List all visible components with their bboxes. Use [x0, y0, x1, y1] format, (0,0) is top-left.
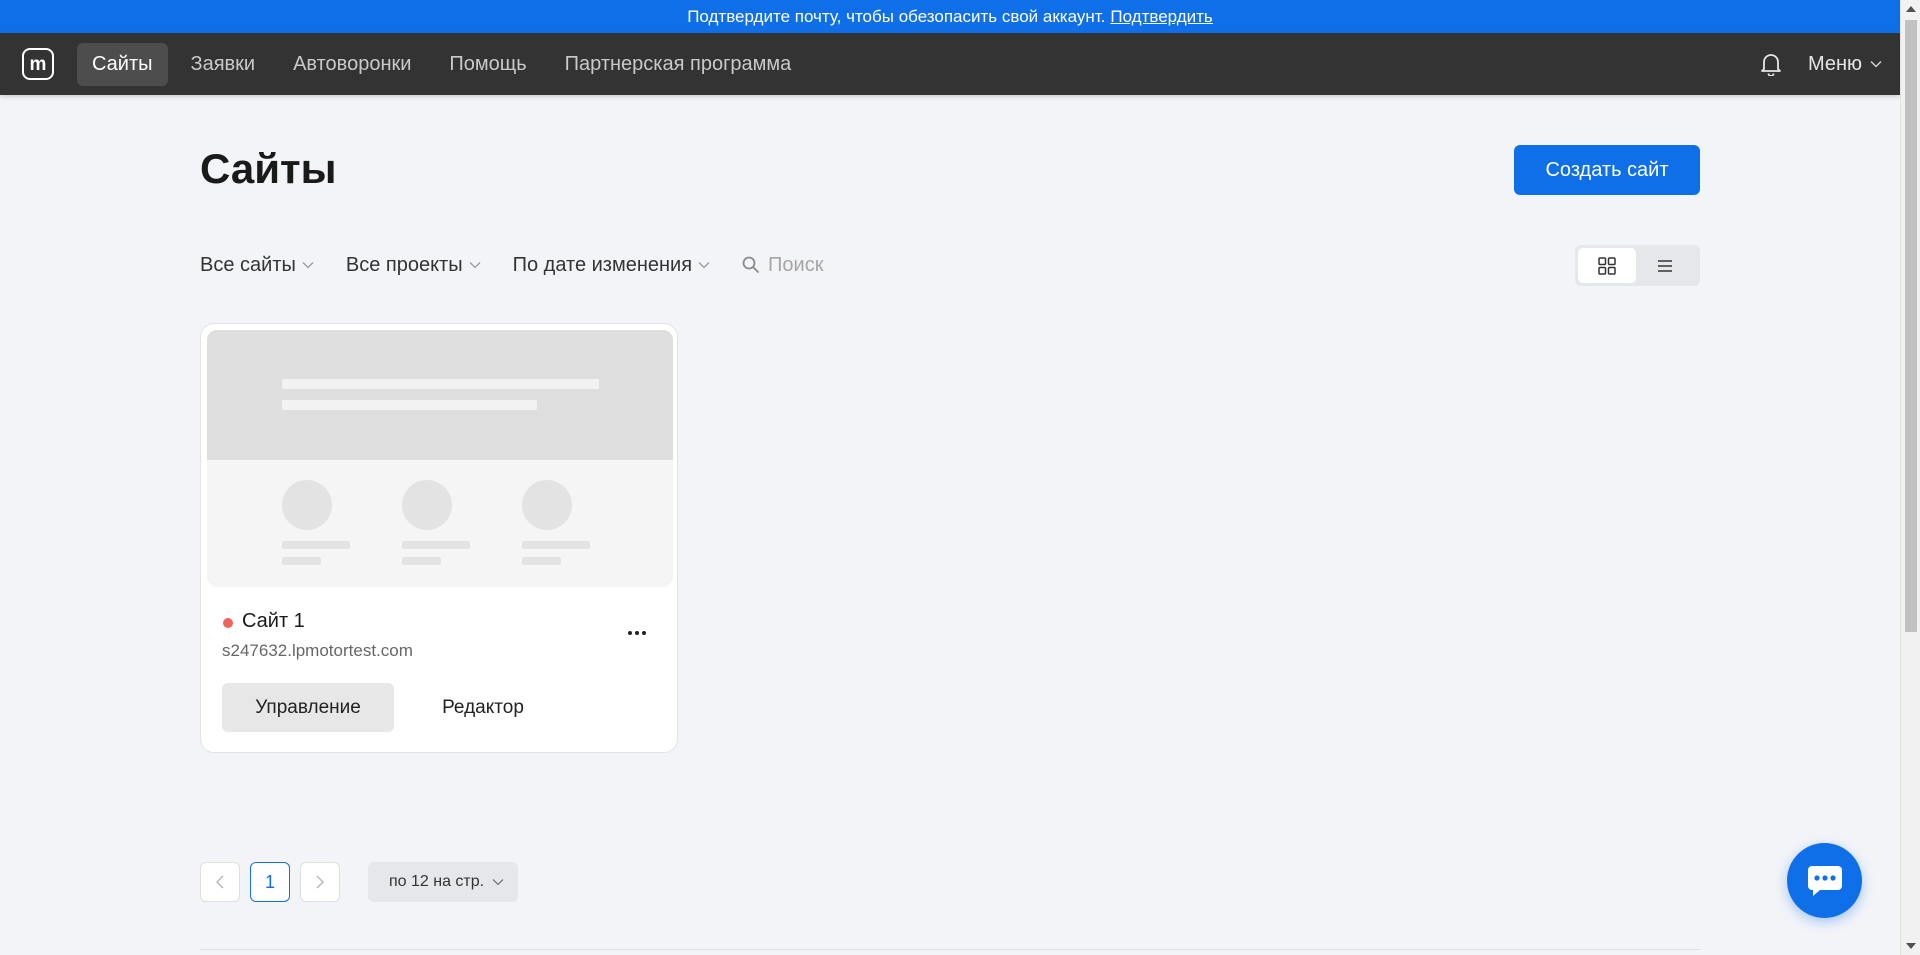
scroll-down-arrow-icon[interactable]: [1906, 943, 1916, 949]
preview-line: [402, 557, 441, 565]
site-name: Сайт 1: [242, 610, 305, 632]
projects-filter-dropdown[interactable]: Все проекты: [346, 254, 481, 277]
create-site-button[interactable]: Создать сайт: [1514, 145, 1700, 195]
nav-item-requests[interactable]: Заявки: [176, 43, 271, 86]
open-editor-button[interactable]: Редактор: [413, 683, 553, 732]
filters-bar: Все сайты Все проекты По дате изменения: [200, 250, 919, 280]
site-status-dot: [223, 618, 233, 628]
footer-divider: [200, 949, 1700, 950]
search-box: [742, 253, 919, 277]
preview-circle: [522, 480, 572, 530]
site-card: Сайт 1 s247632.lpmotortest.com Управлени…: [200, 323, 678, 753]
preview-line: [522, 541, 590, 549]
chevron-down-icon: [698, 262, 710, 269]
preview-circle: [402, 480, 452, 530]
page-scrollbar[interactable]: [1900, 0, 1920, 955]
pagination: 1 по 12 на стр.: [200, 862, 519, 902]
search-icon: [742, 256, 760, 274]
sort-dropdown[interactable]: По дате изменения: [513, 254, 710, 277]
sort-label: По дате изменения: [512, 253, 693, 276]
top-navigation: m Сайты Заявки Автоворонки Помощь Партне…: [0, 33, 1900, 95]
menu-button[interactable]: Меню: [1808, 53, 1882, 76]
chevron-down-icon: [492, 879, 504, 886]
more-options-icon[interactable]: [623, 621, 651, 645]
notifications-bell-icon[interactable]: [1760, 52, 1782, 76]
page-title: Сайты: [200, 145, 337, 192]
logo-icon[interactable]: m: [22, 48, 54, 80]
confirm-email-link[interactable]: Подтвердить: [1110, 7, 1212, 27]
grid-view-button[interactable]: [1578, 248, 1636, 283]
per-page-dropdown[interactable]: по 12 на стр.: [368, 862, 519, 902]
preview-line: [402, 541, 470, 549]
chat-widget-button[interactable]: [1787, 843, 1862, 918]
preview-line: [522, 557, 561, 565]
chat-bubble-icon: [1807, 865, 1842, 896]
chevron-down-icon: [1870, 60, 1882, 68]
search-input[interactable]: [768, 253, 919, 277]
preview-line: [282, 557, 321, 565]
nav-item-help[interactable]: Помощь: [434, 43, 541, 86]
chevron-right-icon: [316, 875, 324, 889]
sites-filter-dropdown[interactable]: Все сайты: [200, 254, 314, 277]
sites-filter-label: Все сайты: [200, 253, 296, 276]
preview-circle: [282, 480, 332, 530]
scroll-up-arrow-icon[interactable]: [1906, 6, 1916, 12]
chevron-down-icon: [469, 262, 481, 269]
site-preview-thumbnail[interactable]: [207, 330, 673, 587]
chevron-down-icon: [302, 262, 314, 269]
list-icon: [1658, 259, 1672, 272]
nav-right: Меню: [1760, 52, 1882, 76]
view-toggle: [1575, 245, 1700, 286]
nav-item-sites[interactable]: Сайты: [77, 42, 168, 86]
prev-page-button[interactable]: [200, 862, 240, 902]
preview-line: [282, 541, 350, 549]
preview-line: [282, 379, 599, 389]
nav-items: Сайты Заявки Автоворонки Помощь Партнерс…: [77, 42, 807, 86]
chevron-left-icon: [216, 875, 224, 889]
preview-line: [282, 400, 537, 410]
list-view-button[interactable]: [1636, 248, 1694, 283]
nav-item-partner-program[interactable]: Партнерская программа: [550, 43, 807, 86]
per-page-label: по 12 на стр.: [389, 873, 485, 890]
banner-text: Подтвердите почту, чтобы обезопасить сво…: [687, 6, 1106, 26]
projects-filter-label: Все проекты: [345, 253, 463, 276]
scrollbar-thumb[interactable]: [1905, 20, 1917, 632]
preview-header-area: [207, 330, 673, 460]
page-number-button[interactable]: 1: [250, 862, 290, 902]
site-domain: s247632.lpmotortest.com: [222, 641, 413, 660]
menu-label: Меню: [1807, 52, 1862, 75]
email-verification-banner: Подтвердите почту, чтобы обезопасить сво…: [0, 0, 1900, 33]
nav-item-autofunnels[interactable]: Автоворонки: [278, 43, 426, 86]
next-page-button[interactable]: [300, 862, 340, 902]
manage-site-button[interactable]: Управление: [222, 683, 394, 732]
grid-icon: [1598, 256, 1616, 275]
